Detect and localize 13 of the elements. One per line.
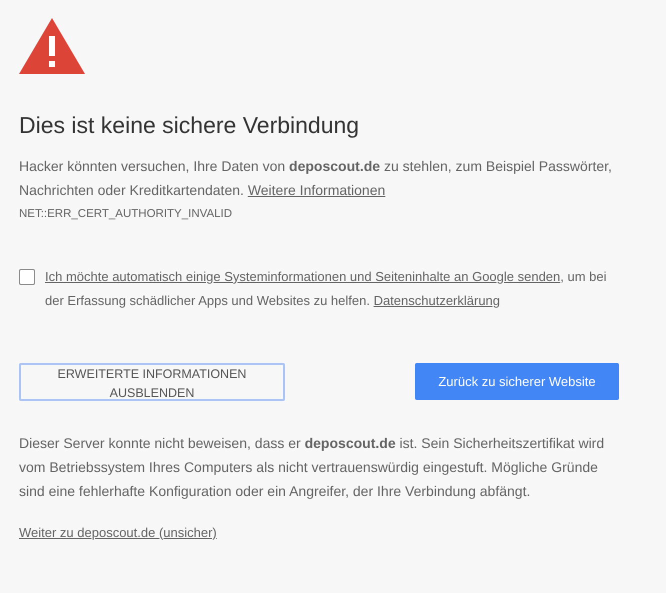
error-code: NET::ERR_CERT_AUTHORITY_INVALID: [19, 206, 234, 222]
report-consent-text: Ich möchte automatisch einige Systeminformationen und Seiteninhalte an Google senden, um bei der Erfassung schädlicher Apps und Websites zu helfen. Datenschutzerklärung: [45, 268, 608, 310]
page-title: Dies ist keine sichere Verbindung: [19, 112, 360, 140]
proceed-link[interactable]: Weiter zu deposcout.de (unsicher): [19, 522, 217, 542]
warning-icon: [19, 18, 85, 74]
privacy-link[interactable]: Datenschutzerklärung: [374, 292, 500, 308]
checkbox[interactable]: [19, 268, 35, 285]
report-link[interactable]: Ich möchte automatisch einige Systeminformationen und Seiteninhalte an Google senden: [45, 268, 560, 284]
back-to-safety-button[interactable]: Zurück zu sicherer Website: [415, 362, 619, 400]
more-info-link[interactable]: Weitere Informationen: [248, 182, 386, 198]
warning-message: Hacker könnten versuchen, Ihre Daten von deposcout.de zu stehlen, zum Beispiel Passwörter, Nachrichten oder Kreditkartendaten. Weitere Informationen: [19, 156, 613, 200]
advanced-button[interactable]: ERWEITERTE INFORMATIONEN AUSBLENDEN: [19, 362, 285, 401]
details-text: Dieser Server konnte nicht beweisen, dass er deposcout.de ist. Sein Sicherheitszertifikat wird vom Betriebssystem Ihres Computers als nicht vertrauenswürdig eingestuft. Mögliche Gründe sind eine fehlerhafte Konfiguration oder ein Angreifer, der Ihre Verbindung abfängt.: [19, 434, 606, 501]
